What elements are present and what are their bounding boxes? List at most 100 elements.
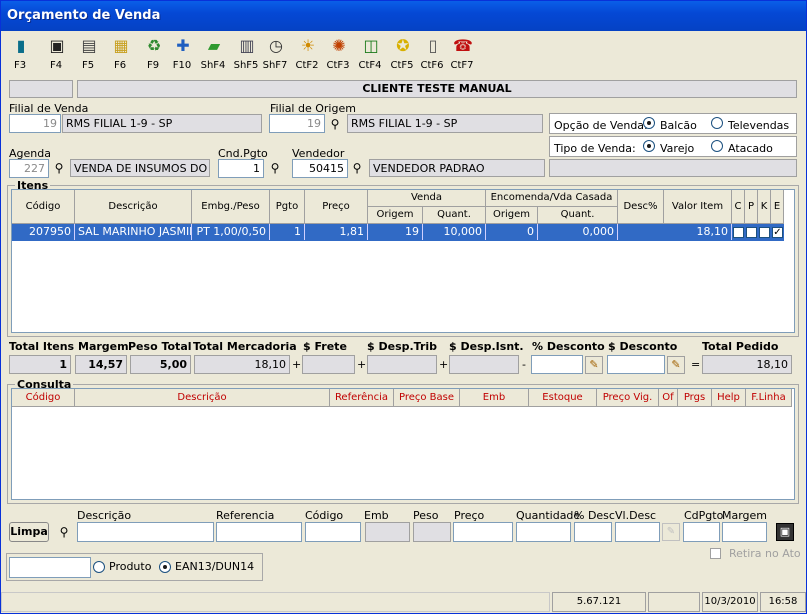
checkbox-c[interactable] — [733, 227, 744, 238]
col-pgto[interactable]: Pgto — [270, 190, 305, 224]
filial-origem-name: RMS FILIAL 1-9 - SP — [347, 114, 543, 133]
agenda-name: VENDA DE INSUMOS DO PDV — [70, 159, 210, 177]
col-descricao[interactable]: Descrição — [75, 389, 330, 407]
referencia-label: Referencia — [216, 509, 275, 522]
filial-venda-name: RMS FILIAL 1-9 - SP — [62, 114, 262, 133]
itens-grid[interactable]: Código Descrição Embg./Peso Pgto Preço V… — [11, 189, 795, 333]
toolbar-button-ctf2[interactable]: ☀ CtF2 — [290, 33, 324, 73]
radio-produto[interactable] — [93, 561, 105, 573]
client-name-banner: CLIENTE TESTE MANUAL — [77, 80, 797, 98]
col-preco[interactable]: Preço — [305, 190, 368, 224]
col-e[interactable]: E — [771, 190, 784, 224]
toolbar-button-f10[interactable]: ✚ F10 — [165, 33, 199, 73]
save-disk-icon: ▣ — [49, 36, 65, 55]
calculator-icon[interactable]: ✎ — [662, 523, 680, 541]
window-title: Orçamento de Venda — [7, 8, 161, 23]
agenda-code[interactable]: 227 — [9, 159, 49, 178]
save-disk-icon[interactable]: ▣ — [776, 523, 794, 541]
preco-input[interactable] — [453, 522, 513, 542]
radio-televendas[interactable] — [711, 117, 723, 129]
codigo-input[interactable] — [305, 522, 361, 542]
vl-desc-input[interactable] — [615, 522, 660, 542]
toolbar-key-label: CtF5 — [390, 60, 414, 71]
status-panel — [1, 592, 550, 612]
col-venda: Venda — [368, 190, 486, 207]
filial-origem-code[interactable]: 19 — [269, 114, 325, 133]
status-panel — [648, 592, 700, 612]
radio-balcao[interactable] — [643, 117, 655, 129]
checkbox-p[interactable] — [746, 227, 757, 238]
calculator-icon[interactable]: ✎ — [667, 356, 685, 374]
quantidade-input[interactable] — [516, 522, 571, 542]
toolbar-button-f5[interactable]: ▤ F5 — [71, 33, 105, 73]
col-prgs[interactable]: Prgs — [678, 389, 712, 407]
pct-desconto-label: % Desconto — [532, 340, 605, 353]
col-codigo[interactable]: Código — [12, 389, 75, 407]
sun-card-icon: ☀ — [300, 36, 316, 55]
referencia-input[interactable] — [216, 522, 302, 542]
col-c[interactable]: C — [732, 190, 745, 224]
col-emb[interactable]: Emb — [460, 389, 529, 407]
col-venda-origem[interactable]: Origem — [368, 207, 423, 224]
toolbar-button-ctf4[interactable]: ◫ CtF4 — [353, 33, 387, 73]
cnd-pgto-input[interactable]: 1 — [218, 159, 264, 178]
toolbar-button-ctf6[interactable]: ▯ CtF6 — [415, 33, 449, 73]
col-referencia[interactable]: Referência — [330, 389, 394, 407]
col-enc-quant[interactable]: Quant. — [538, 207, 618, 224]
col-venda-quant[interactable]: Quant. — [423, 207, 486, 224]
binoculars-icon[interactable]: ⚲ — [56, 525, 72, 539]
plus-sign: + — [439, 358, 449, 371]
col-embg-peso[interactable]: Embg./Peso — [192, 190, 270, 224]
toolbar-button-ctf5[interactable]: ✪ CtF5 — [385, 33, 419, 73]
pct-desconto-input[interactable] — [531, 355, 583, 374]
col-preco-vig[interactable]: Preço Vig. — [597, 389, 659, 407]
binoculars-icon[interactable]: ⚲ — [327, 117, 343, 131]
margem-input[interactable] — [722, 522, 767, 542]
toolbar-button-f3[interactable]: ▮ F3 — [3, 33, 37, 73]
col-help[interactable]: Help — [712, 389, 746, 407]
col-k[interactable]: K — [758, 190, 771, 224]
toolbar-button-f4[interactable]: ▣ F4 — [39, 33, 73, 73]
filial-venda-code[interactable]: 19 — [9, 114, 61, 133]
cell-enc-origem: 0 — [486, 224, 538, 240]
col-desc-pct[interactable]: Desc% — [618, 190, 664, 224]
col-of[interactable]: Of — [659, 389, 678, 407]
cell-embg-peso: PT 1,00/0,50 — [192, 224, 270, 240]
calculator-icon[interactable]: ✎ — [585, 356, 603, 374]
clock-icon: ◷ — [269, 36, 283, 55]
col-p[interactable]: P — [745, 190, 758, 224]
vendedor-code[interactable]: 50415 — [292, 159, 348, 178]
col-preco-base[interactable]: Preço Base — [394, 389, 460, 407]
col-f-linha[interactable]: F.Linha — [746, 389, 792, 407]
consulta-grid[interactable]: Código Descrição Referência Preço Base E… — [11, 388, 795, 500]
toolbar-button-ctf3[interactable]: ✺ CtF3 — [321, 33, 355, 73]
pct-desc-input[interactable] — [574, 522, 612, 542]
binoculars-icon[interactable]: ⚲ — [267, 161, 283, 175]
cdpgto-input[interactable] — [683, 522, 720, 542]
toolbar-button-f6[interactable]: ▦ F6 — [103, 33, 137, 73]
desconto-input[interactable] — [607, 355, 665, 374]
toolbar-button-shf7[interactable]: ◷ ShF7 — [258, 33, 292, 73]
table-row[interactable]: 207950 SAL MARINHO JASMINE PT 1,00/0,50 … — [12, 224, 784, 241]
radio-ean13[interactable] — [159, 561, 171, 573]
scan-input[interactable] — [9, 557, 91, 578]
col-valor-item[interactable]: Valor Item — [664, 190, 732, 224]
retira-no-ato-checkbox[interactable] — [710, 548, 721, 559]
limpa-button[interactable]: Limpa — [9, 522, 49, 542]
toolbar-button-shf4[interactable]: ▰ ShF4 — [196, 33, 230, 73]
checkbox-e[interactable]: ✓ — [772, 227, 783, 238]
toolbar-key-label: ShF7 — [262, 60, 288, 71]
binoculars-icon[interactable]: ⚲ — [51, 161, 67, 175]
col-enc-origem[interactable]: Origem — [486, 207, 538, 224]
descricao-input[interactable] — [77, 522, 214, 542]
col-codigo[interactable]: Código — [12, 190, 75, 224]
binoculars-icon[interactable]: ⚲ — [349, 161, 365, 175]
col-descricao[interactable]: Descrição — [75, 190, 192, 224]
total-itens-label: Total Itens — [9, 340, 75, 353]
col-estoque[interactable]: Estoque — [529, 389, 597, 407]
toolbar-button-ctf7[interactable]: ☎ CtF7 — [445, 33, 479, 73]
radio-varejo[interactable] — [643, 140, 655, 152]
toolbar-key-label: CtF4 — [358, 60, 382, 71]
checkbox-k[interactable] — [759, 227, 770, 238]
radio-atacado[interactable] — [711, 140, 723, 152]
